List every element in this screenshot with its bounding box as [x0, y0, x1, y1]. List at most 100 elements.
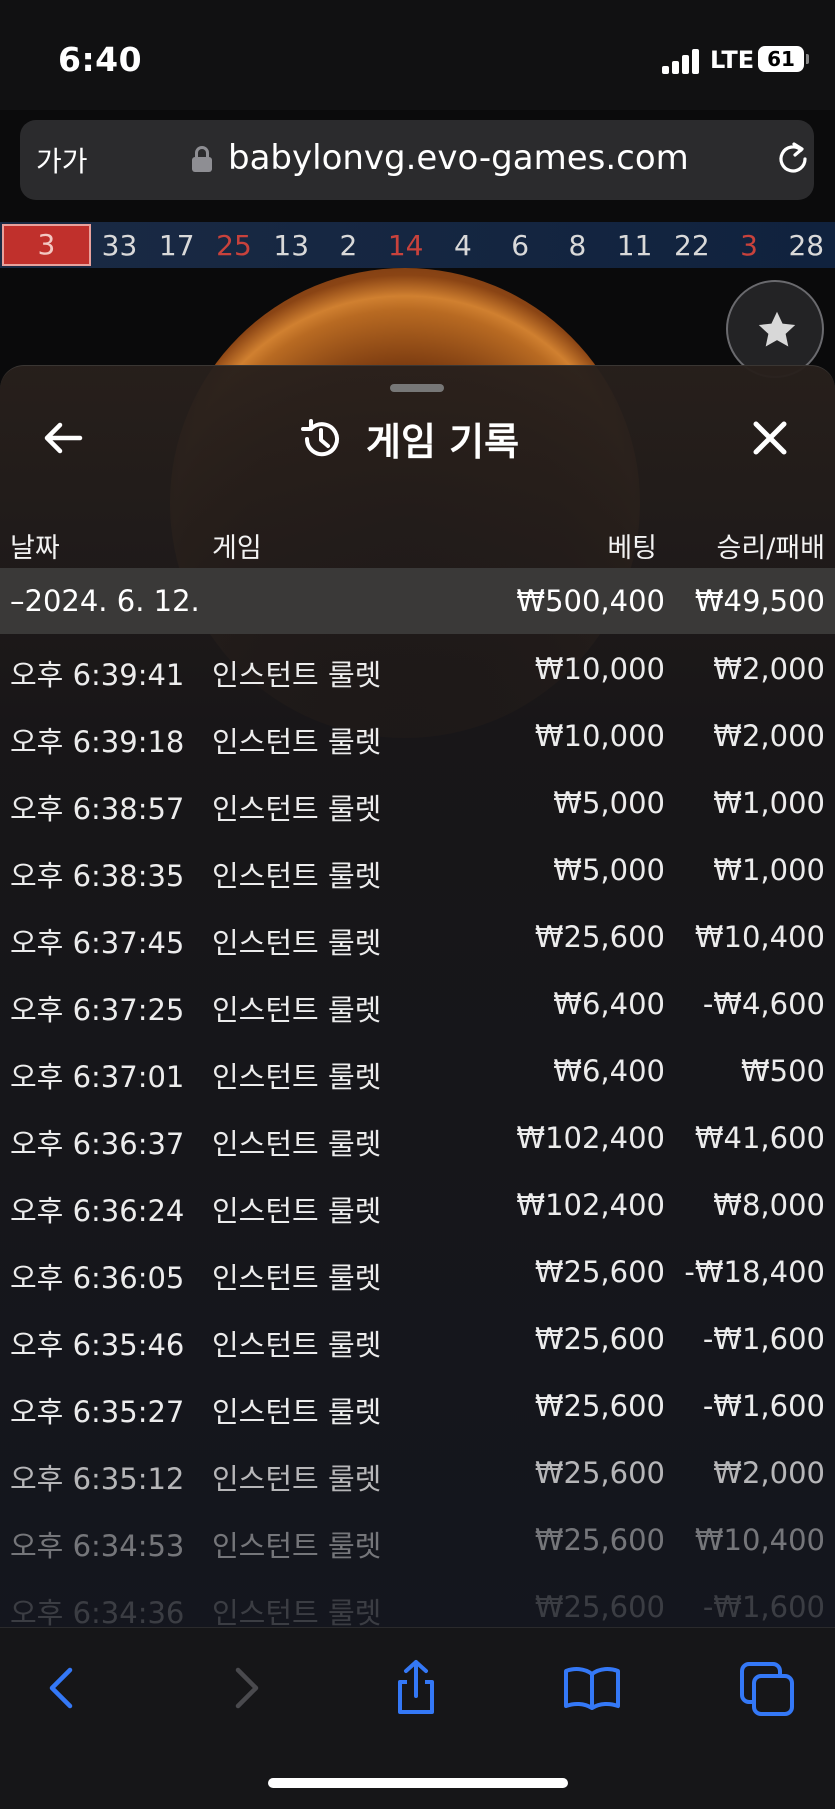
favorite-button[interactable]: [726, 280, 824, 378]
group-winloss-total: ₩49,500: [694, 584, 825, 618]
row-game: 인스턴트 룰렛: [212, 1060, 382, 1094]
lock-icon: [192, 146, 212, 172]
row-winloss: ₩2,000: [713, 719, 825, 753]
recent-results-strip: 3 33 17 25 13 2 14 4 6 8 11 22 3 28: [0, 222, 835, 268]
home-indicator: [268, 1778, 568, 1788]
table-row[interactable]: 오후 6:36:24 인스턴트 룰렛 ₩102,400 ₩8,000: [0, 1170, 835, 1237]
forward-icon[interactable]: [214, 1658, 274, 1718]
row-bet: ₩25,600: [534, 920, 665, 954]
signal-icon: [662, 48, 702, 74]
result-number: 4: [453, 228, 472, 262]
row-game: 인스턴트 룰렛: [212, 926, 382, 960]
row-bet: ₩5,000: [553, 853, 665, 887]
row-winloss: -₩4,600: [702, 987, 825, 1021]
table-row[interactable]: 오후 6:37:25 인스턴트 룰렛 ₩6,400 -₩4,600: [0, 969, 835, 1036]
row-game: 인스턴트 룰렛: [212, 1261, 382, 1295]
result-number: 14: [387, 228, 424, 262]
row-time: 오후 6:36:37: [10, 1127, 185, 1161]
row-bet: ₩102,400: [516, 1121, 665, 1155]
result-number: 17: [158, 228, 195, 262]
table-row[interactable]: 오후 6:35:46 인스턴트 룰렛 ₩25,600 -₩1,600: [0, 1304, 835, 1371]
latest-result: 3: [2, 224, 91, 266]
table-row[interactable]: 오후 6:35:12 인스턴트 룰렛 ₩25,600 ₩2,000: [0, 1438, 835, 1505]
row-game: 인스턴트 룰렛: [212, 859, 382, 893]
row-winloss: ₩10,400: [694, 920, 825, 954]
result-number: 22: [674, 228, 710, 262]
row-winloss: ₩2,000: [713, 652, 825, 686]
table-row[interactable]: 오후 6:37:01 인스턴트 룰렛 ₩6,400 ₩500: [0, 1036, 835, 1103]
table-row[interactable]: 오후 6:36:05 인스턴트 룰렛 ₩25,600 -₩18,400: [0, 1237, 835, 1304]
row-winloss: -₩1,600: [702, 1322, 825, 1356]
network-type: LTE: [710, 46, 755, 74]
row-bet: ₩25,600: [534, 1255, 665, 1289]
row-time: 오후 6:39:41: [10, 658, 185, 692]
table-row[interactable]: 오후 6:38:57 인스턴트 룰렛 ₩5,000 ₩1,000: [0, 768, 835, 835]
row-time: 오후 6:38:35: [10, 859, 185, 893]
row-game: 인스턴트 룰렛: [212, 993, 382, 1027]
row-time: 오후 6:37:25: [10, 993, 185, 1027]
address-bar[interactable]: 가가 babylonvg.evo-games.com: [20, 120, 814, 200]
table-row[interactable]: 오후 6:36:37 인스턴트 룰렛 ₩102,400 ₩41,600: [0, 1103, 835, 1170]
row-game: 인스턴트 룰렛: [212, 1596, 382, 1627]
row-winloss: ₩1,000: [713, 853, 825, 887]
row-time: 오후 6:34:36: [10, 1596, 185, 1627]
close-icon[interactable]: [748, 416, 792, 460]
row-time: 오후 6:35:27: [10, 1395, 185, 1429]
history-rows: 오후 6:39:41 인스턴트 룰렛 ₩10,000 ₩2,000 오후 6:39:18…: [0, 634, 835, 1627]
row-bet: ₩6,400: [553, 987, 665, 1021]
back-icon[interactable]: [34, 1658, 94, 1718]
row-winloss: -₩18,400: [684, 1255, 825, 1289]
history-icon: [301, 418, 339, 456]
arrow-left-icon[interactable]: [40, 418, 86, 458]
table-row[interactable]: 오후 6:35:27 인스턴트 룰렛 ₩25,600 -₩1,600: [0, 1371, 835, 1438]
status-bar: 6:40 LTE 61: [0, 0, 835, 110]
row-winloss: ₩8,000: [713, 1188, 825, 1222]
result-number: 8: [568, 228, 587, 262]
row-bet: ₩25,600: [534, 1523, 665, 1557]
row-bet: ₩25,600: [534, 1389, 665, 1423]
row-time: 오후 6:37:45: [10, 926, 185, 960]
star-icon: [758, 311, 796, 347]
row-game: 인스턴트 룰렛: [212, 658, 382, 692]
result-number: 6: [511, 228, 530, 262]
date-group-row[interactable]: –2024. 6. 12. ₩500,400 ₩49,500: [0, 568, 835, 634]
drag-handle[interactable]: [390, 384, 444, 392]
panel-header: 게임 기록: [298, 411, 519, 466]
result-number: 28: [788, 228, 825, 262]
row-time: 오후 6:38:57: [10, 792, 185, 826]
row-game: 인스턴트 룰렛: [212, 1127, 382, 1161]
result-number: 11: [616, 228, 653, 262]
text-size-button[interactable]: 가가: [36, 140, 88, 180]
reload-icon[interactable]: [774, 140, 812, 178]
table-row[interactable]: 오후 6:39:41 인스턴트 룰렛 ₩10,000 ₩2,000: [0, 634, 835, 701]
url-host[interactable]: babylonvg.evo-games.com: [228, 138, 689, 178]
row-game: 인스턴트 룰렛: [212, 1462, 382, 1496]
row-game: 인스턴트 룰렛: [212, 792, 382, 826]
table-row[interactable]: 오후 6:37:45 인스턴트 룰렛 ₩25,600 ₩10,400: [0, 902, 835, 969]
row-winloss: ₩10,400: [694, 1523, 825, 1557]
clock: 6:40: [58, 40, 143, 79]
table-row[interactable]: 오후 6:34:36 인스턴트 룰렛 ₩25,600 -₩1,600: [0, 1572, 835, 1627]
bookmarks-icon[interactable]: [562, 1658, 622, 1718]
result-number: 33: [101, 228, 138, 262]
row-time: 오후 6:36:24: [10, 1194, 185, 1228]
row-time: 오후 6:39:18: [10, 725, 185, 759]
table-row[interactable]: 오후 6:39:18 인스턴트 룰렛 ₩10,000 ₩2,000: [0, 701, 835, 768]
row-winloss: ₩1,000: [713, 786, 825, 820]
row-bet: ₩102,400: [516, 1188, 665, 1222]
result-number: 2: [339, 228, 358, 262]
row-bet: ₩25,600: [534, 1456, 665, 1490]
row-bet: ₩6,400: [553, 1054, 665, 1088]
row-bet: ₩10,000: [534, 652, 665, 686]
battery-icon: 61: [758, 46, 809, 72]
row-bet: ₩25,600: [534, 1590, 665, 1624]
share-icon[interactable]: [386, 1658, 446, 1718]
row-game: 인스턴트 룰렛: [212, 1328, 382, 1362]
group-date: –2024. 6. 12.: [10, 584, 200, 618]
row-game: 인스턴트 룰렛: [212, 1529, 382, 1563]
table-row[interactable]: 오후 6:38:35 인스턴트 룰렛 ₩5,000 ₩1,000: [0, 835, 835, 902]
tabs-icon[interactable]: [738, 1658, 798, 1718]
row-winloss: ₩2,000: [713, 1456, 825, 1490]
table-row[interactable]: 오후 6:34:53 인스턴트 룰렛 ₩25,600 ₩10,400: [0, 1505, 835, 1572]
row-time: 오후 6:37:01: [10, 1060, 185, 1094]
